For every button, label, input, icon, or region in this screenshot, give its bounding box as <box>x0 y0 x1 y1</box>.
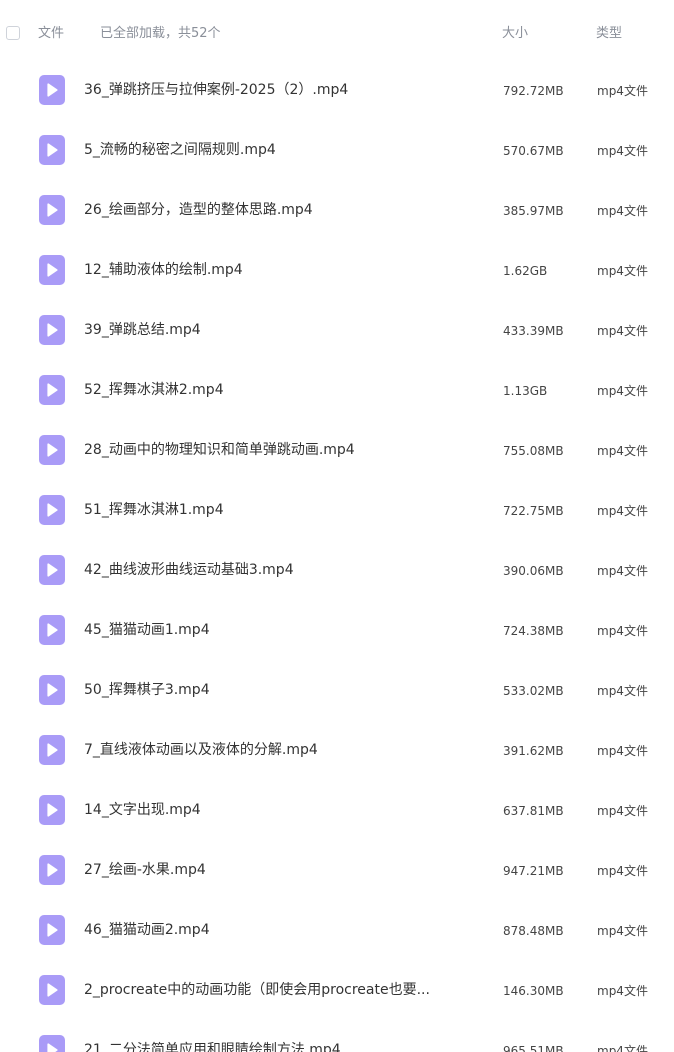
file-name[interactable]: 46_猫猫动画2.mp4 <box>84 921 484 939</box>
file-row[interactable]: 51_挥舞冰淇淋1.mp4 722.75MB mp4文件 <box>0 480 674 540</box>
file-size: 722.75MB <box>503 504 564 518</box>
file-name[interactable]: 36_弹跳挤压与拉伸案例-2025（2）.mp4 <box>84 81 484 99</box>
file-type: mp4文件 <box>597 444 648 458</box>
file-type: mp4文件 <box>597 804 648 818</box>
file-row[interactable]: 45_猫猫动画1.mp4 724.38MB mp4文件 <box>0 600 674 660</box>
file-size: 724.38MB <box>503 624 564 638</box>
select-all-checkbox[interactable] <box>6 26 20 40</box>
file-name[interactable]: 28_动画中的物理知识和简单弹跳动画.mp4 <box>84 441 484 459</box>
file-row[interactable]: 14_文字出现.mp4 637.81MB mp4文件 <box>0 780 674 840</box>
file-row[interactable]: 28_动画中的物理知识和简单弹跳动画.mp4 755.08MB mp4文件 <box>0 420 674 480</box>
file-name[interactable]: 12_辅助液体的绘制.mp4 <box>84 261 484 279</box>
file-type: mp4文件 <box>597 204 648 218</box>
file-size: 1.62GB <box>503 264 548 278</box>
column-header-file[interactable]: 文件 <box>38 26 64 42</box>
file-size: 391.62MB <box>503 744 564 758</box>
column-header-type[interactable]: 类型 <box>596 26 622 42</box>
column-header-size[interactable]: 大小 <box>502 26 528 42</box>
video-play-icon <box>39 795 65 825</box>
file-type: mp4文件 <box>597 984 648 998</box>
file-type: mp4文件 <box>597 324 648 338</box>
video-play-icon <box>39 735 65 765</box>
file-name[interactable]: 2_procreate中的动画功能（即使会用procreate也要... <box>84 981 484 999</box>
file-type: mp4文件 <box>597 864 648 878</box>
file-name[interactable]: 14_文字出现.mp4 <box>84 801 484 819</box>
video-play-icon <box>39 675 65 705</box>
file-type: mp4文件 <box>597 504 648 518</box>
file-type: mp4文件 <box>597 1044 648 1052</box>
file-name[interactable]: 50_挥舞棋子3.mp4 <box>84 681 484 699</box>
video-play-icon <box>39 855 65 885</box>
file-type: mp4文件 <box>597 144 648 158</box>
file-type: mp4文件 <box>597 384 648 398</box>
file-name[interactable]: 27_绘画-水果.mp4 <box>84 861 484 879</box>
file-size: 533.02MB <box>503 684 564 698</box>
file-row[interactable]: 21_二分法简单应用和眼睛绘制方法.mp4 965.51MB mp4文件 <box>0 1020 674 1052</box>
video-play-icon <box>39 75 65 105</box>
video-play-icon <box>39 375 65 405</box>
file-size: 1.13GB <box>503 384 548 398</box>
video-play-icon <box>39 555 65 585</box>
file-type: mp4文件 <box>597 84 648 98</box>
file-row[interactable]: 42_曲线波形曲线运动基础3.mp4 390.06MB mp4文件 <box>0 540 674 600</box>
file-name[interactable]: 51_挥舞冰淇淋1.mp4 <box>84 501 484 519</box>
file-size: 755.08MB <box>503 444 564 458</box>
file-size: 637.81MB <box>503 804 564 818</box>
video-play-icon <box>39 915 65 945</box>
file-type: mp4文件 <box>597 924 648 938</box>
video-play-icon <box>39 135 65 165</box>
file-size: 390.06MB <box>503 564 564 578</box>
file-name[interactable]: 7_直线液体动画以及液体的分解.mp4 <box>84 741 484 759</box>
video-play-icon <box>39 975 65 1005</box>
file-type: mp4文件 <box>597 624 648 638</box>
video-play-icon <box>39 195 65 225</box>
file-size: 792.72MB <box>503 84 564 98</box>
file-name[interactable]: 21_二分法简单应用和眼睛绘制方法.mp4 <box>84 1041 484 1052</box>
file-name[interactable]: 42_曲线波形曲线运动基础3.mp4 <box>84 561 484 579</box>
file-row[interactable]: 39_弹跳总结.mp4 433.39MB mp4文件 <box>0 300 674 360</box>
file-row[interactable]: 12_辅助液体的绘制.mp4 1.62GB mp4文件 <box>0 240 674 300</box>
file-row[interactable]: 50_挥舞棋子3.mp4 533.02MB mp4文件 <box>0 660 674 720</box>
file-size: 570.67MB <box>503 144 564 158</box>
file-row[interactable]: 46_猫猫动画2.mp4 878.48MB mp4文件 <box>0 900 674 960</box>
file-list-header: 文件 已全部加载，共52个 大小 类型 <box>0 0 674 68</box>
file-name[interactable]: 26_绘画部分，造型的整体思路.mp4 <box>84 201 484 219</box>
file-type: mp4文件 <box>597 684 648 698</box>
file-size: 146.30MB <box>503 984 564 998</box>
video-play-icon <box>39 435 65 465</box>
file-row[interactable]: 5_流畅的秘密之间隔规则.mp4 570.67MB mp4文件 <box>0 120 674 180</box>
video-play-icon <box>39 1035 65 1052</box>
file-size: 433.39MB <box>503 324 564 338</box>
file-type: mp4文件 <box>597 564 648 578</box>
file-size: 965.51MB <box>503 1044 564 1052</box>
file-row[interactable]: 36_弹跳挤压与拉伸案例-2025（2）.mp4 792.72MB mp4文件 <box>0 60 674 120</box>
video-play-icon <box>39 315 65 345</box>
video-play-icon <box>39 255 65 285</box>
load-status-text: 已全部加载，共52个 <box>100 26 221 41</box>
video-play-icon <box>39 615 65 645</box>
file-size: 947.21MB <box>503 864 564 878</box>
file-row[interactable]: 7_直线液体动画以及液体的分解.mp4 391.62MB mp4文件 <box>0 720 674 780</box>
file-name[interactable]: 39_弹跳总结.mp4 <box>84 321 484 339</box>
file-row[interactable]: 27_绘画-水果.mp4 947.21MB mp4文件 <box>0 840 674 900</box>
file-size: 878.48MB <box>503 924 564 938</box>
file-name[interactable]: 52_挥舞冰淇淋2.mp4 <box>84 381 484 399</box>
file-row[interactable]: 2_procreate中的动画功能（即使会用procreate也要... 146.… <box>0 960 674 1020</box>
video-play-icon <box>39 495 65 525</box>
file-type: mp4文件 <box>597 264 648 278</box>
file-name[interactable]: 45_猫猫动画1.mp4 <box>84 621 484 639</box>
file-row[interactable]: 26_绘画部分，造型的整体思路.mp4 385.97MB mp4文件 <box>0 180 674 240</box>
file-name[interactable]: 5_流畅的秘密之间隔规则.mp4 <box>84 141 484 159</box>
file-size: 385.97MB <box>503 204 564 218</box>
file-row[interactable]: 52_挥舞冰淇淋2.mp4 1.13GB mp4文件 <box>0 360 674 420</box>
file-list: 36_弹跳挤压与拉伸案例-2025（2）.mp4 792.72MB mp4文件 5_流… <box>0 60 674 1052</box>
file-type: mp4文件 <box>597 744 648 758</box>
